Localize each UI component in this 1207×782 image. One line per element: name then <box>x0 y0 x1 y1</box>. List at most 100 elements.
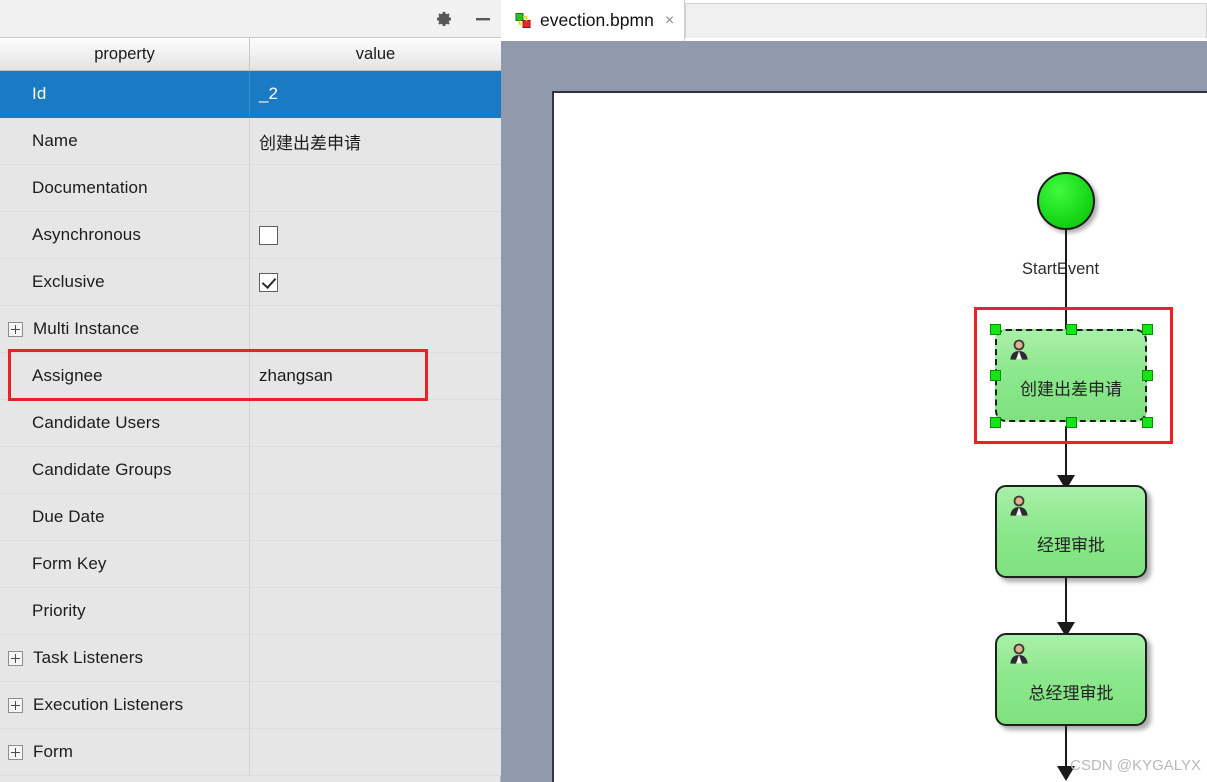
property-row-label: Execution Listeners <box>33 695 184 714</box>
gear-icon[interactable] <box>431 7 455 31</box>
property-row-value-cell[interactable] <box>250 494 501 540</box>
diagram-node-start-event-label: StartEvent <box>1022 260 1100 278</box>
property-row[interactable]: Due Date <box>0 494 501 541</box>
diagram-node-task-manager-approval-label: 经理审批 <box>1037 536 1105 555</box>
property-row[interactable]: Form Key <box>0 541 501 588</box>
property-row[interactable]: Assignee zhangsan <box>0 353 501 400</box>
property-row-label: Asynchronous <box>32 225 141 244</box>
property-row-name-cell[interactable]: Candidate Groups <box>0 447 250 493</box>
selection-handle-s[interactable] <box>1066 417 1077 428</box>
property-row-value-cell[interactable] <box>250 588 501 634</box>
properties-column-header: property value <box>0 38 501 71</box>
property-row-value-cell[interactable]: _2 <box>250 71 501 117</box>
property-row-value-cell[interactable] <box>250 259 501 305</box>
property-row[interactable]: Form <box>0 729 501 776</box>
property-row-name-cell[interactable]: Due Date <box>0 494 250 540</box>
property-row-value-cell[interactable] <box>250 447 501 493</box>
close-icon[interactable]: × <box>665 12 674 29</box>
property-row-label: Assignee <box>32 366 103 385</box>
property-row-value-cell[interactable]: zhangsan <box>250 353 501 399</box>
property-row-label: Candidate Groups <box>32 460 172 479</box>
property-row[interactable]: Exclusive <box>0 259 501 306</box>
property-row-name-cell[interactable]: Form Key <box>0 541 250 587</box>
property-row-name-cell[interactable]: Exclusive <box>0 259 250 305</box>
property-row-label: Form Key <box>32 554 107 573</box>
property-row-name-cell[interactable]: Priority <box>0 588 250 634</box>
sequence-flow-2 <box>1065 426 1067 479</box>
editor-tab-evection-bpmn[interactable]: evection.bpmn × <box>505 0 686 41</box>
checkbox-unchecked[interactable] <box>259 225 278 245</box>
properties-rows[interactable]: Id _2 Name 创建出差申请 Documentation Asynchronous E… <box>0 71 501 782</box>
selection-handle-e[interactable] <box>1142 370 1153 381</box>
property-row-label: Form <box>33 742 74 761</box>
property-row-value: _2 <box>259 84 278 103</box>
selection-handle-ne[interactable] <box>1142 324 1153 335</box>
expand-plus-icon[interactable] <box>8 321 23 337</box>
diagram-canvas[interactable]: StartEvent 创建出差申请 经理审批 总经理审批 CSDN @KYGAL… <box>501 41 1207 782</box>
property-row[interactable]: Multi Instance <box>0 306 501 353</box>
property-row-value-cell[interactable] <box>250 306 501 352</box>
property-row-label: Name <box>32 131 78 150</box>
property-row[interactable]: Candidate Users <box>0 400 501 447</box>
property-row[interactable]: Task Listeners <box>0 635 501 682</box>
property-row-name-cell[interactable]: Candidate Users <box>0 400 250 446</box>
property-row-value-cell[interactable] <box>250 541 501 587</box>
application-window: property value Id _2 Name 创建出差申请 Documentati… <box>0 0 1207 782</box>
property-row-value-cell[interactable] <box>250 729 501 775</box>
selection-handle-se[interactable] <box>1142 417 1153 428</box>
editor-tab-label: evection.bpmn <box>540 10 654 30</box>
property-row-name-cell[interactable]: Task Listeners <box>0 635 250 681</box>
property-row-name-cell[interactable]: Asynchronous <box>0 212 250 258</box>
property-row-name-cell[interactable]: Assignee <box>0 353 250 399</box>
property-row[interactable]: Candidate Groups <box>0 447 501 494</box>
property-row-name-cell[interactable]: Name <box>0 118 250 164</box>
expand-plus-icon[interactable] <box>8 697 23 713</box>
diagram-node-task-manager-approval[interactable]: 经理审批 <box>995 485 1147 578</box>
selection-handle-sw[interactable] <box>990 417 1001 428</box>
property-row-value-cell[interactable] <box>250 212 501 258</box>
property-row[interactable]: Priority <box>0 588 501 635</box>
user-task-icon <box>1006 337 1032 365</box>
property-row-value-cell[interactable] <box>250 635 501 681</box>
property-row-name-cell[interactable]: Multi Instance <box>0 306 250 352</box>
selection-handle-w[interactable] <box>990 370 1001 381</box>
property-row[interactable]: Asynchronous <box>0 212 501 259</box>
bpmn-file-icon <box>515 12 533 30</box>
properties-panel: property value Id _2 Name 创建出差申请 Documentati… <box>0 0 501 782</box>
selection-handle-nw[interactable] <box>990 324 1001 335</box>
property-row[interactable]: Execution Listeners <box>0 682 501 729</box>
property-row-value-cell[interactable]: 创建出差申请 <box>250 118 501 164</box>
selection-handle-n[interactable] <box>1066 324 1077 335</box>
column-header-value: value <box>355 44 396 63</box>
property-row-label: Id <box>32 84 47 103</box>
property-row[interactable]: Documentation <box>0 165 501 212</box>
column-header-property: property <box>0 38 250 70</box>
property-row-name-cell[interactable]: Form <box>0 729 250 775</box>
property-row-value-cell[interactable] <box>250 682 501 728</box>
property-row[interactable]: Id _2 <box>0 71 501 118</box>
property-row-label: Candidate Users <box>32 413 161 432</box>
property-row-name-cell[interactable]: Documentation <box>0 165 250 211</box>
minimize-icon[interactable] <box>471 7 495 31</box>
expand-plus-icon[interactable] <box>8 650 23 666</box>
diagram-node-task-create-request-label: 创建出差申请 <box>1020 380 1122 399</box>
checkbox-checked[interactable] <box>259 272 278 292</box>
sequence-flow-4 <box>1065 726 1067 770</box>
property-row-label: Documentation <box>32 178 148 197</box>
property-row[interactable]: Name 创建出差申请 <box>0 118 501 165</box>
editor-tabbar: evection.bpmn × <box>501 0 1207 41</box>
property-row-name-cell[interactable]: Id <box>0 71 250 117</box>
property-row-value-cell[interactable] <box>250 400 501 446</box>
property-row-value-cell[interactable] <box>250 165 501 211</box>
property-row-name-cell[interactable]: Execution Listeners <box>0 682 250 728</box>
watermark: CSDN @KYGALYX <box>1070 757 1201 774</box>
panel-toolbar <box>431 0 495 38</box>
diagram-node-task-general-manager-approval-label: 总经理审批 <box>1028 684 1114 703</box>
property-row-value: 创建出差申请 <box>259 133 361 153</box>
diagram-node-task-create-request[interactable]: 创建出差申请 <box>995 329 1147 422</box>
diagram-node-task-general-manager-approval[interactable]: 总经理审批 <box>995 633 1147 726</box>
property-row-label: Exclusive <box>32 272 105 291</box>
expand-plus-icon[interactable] <box>8 744 23 760</box>
user-task-icon <box>1006 641 1032 669</box>
diagram-node-start-event[interactable] <box>1037 172 1095 230</box>
